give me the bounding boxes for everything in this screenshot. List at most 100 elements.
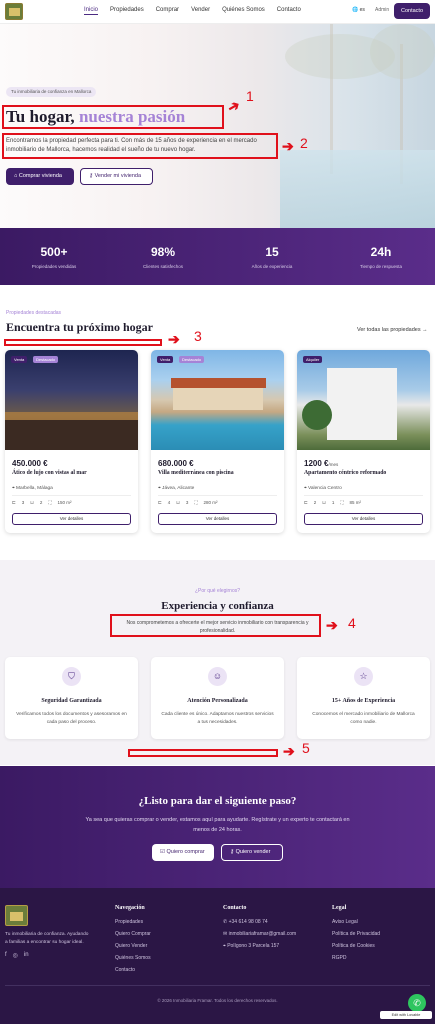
- annotation-box-4: [110, 614, 321, 637]
- annotation-number-3: 3: [194, 328, 202, 344]
- feature-title: 15+ Años de Experiencia: [331, 698, 396, 704]
- property-image: [5, 350, 138, 450]
- view-details-button[interactable]: Ver detalles: [304, 513, 423, 525]
- property-location: ⌖ Valencia Centro: [304, 485, 342, 491]
- copyright: © 2026 Inmobiliaria Framar. Todos los de…: [157, 998, 278, 1003]
- property-price: 450.000 €: [12, 459, 48, 468]
- annotation-number-1: 1: [246, 88, 254, 104]
- footer-link-privacidad[interactable]: Política de Privacidad: [332, 931, 380, 937]
- want-to-sell-label: Quiero vender: [235, 849, 271, 855]
- price-value: 1200 €: [304, 459, 329, 468]
- star-icon: ☆: [354, 667, 373, 686]
- feature-card: ☆ 15+ Años de Experiencia Conocemos el m…: [297, 657, 430, 739]
- feature-description: Cada cliente es único. Adaptamos nuestro…: [161, 712, 274, 725]
- property-price: 680.000 €: [158, 459, 194, 468]
- want-to-buy-button[interactable]: ☑ Quiero comprar: [152, 844, 214, 861]
- want-to-sell-button[interactable]: ⚷ Quiero vender: [221, 844, 283, 861]
- footer-link-quiero-vender[interactable]: Quiero Vender: [115, 943, 151, 949]
- nav-link-contacto[interactable]: Contacto: [277, 7, 301, 15]
- footer-link-rgpd[interactable]: RGPD: [332, 955, 380, 961]
- area-icon: ⛶: [194, 500, 198, 505]
- stat-value: 24h: [370, 245, 392, 259]
- facebook-icon[interactable]: f: [5, 952, 7, 959]
- property-card[interactable]: Alquiler 1200 €/mes Apartamento céntrico…: [297, 350, 430, 533]
- area-value: 280 m²: [203, 500, 218, 505]
- language-label: es: [359, 7, 365, 13]
- annotation-arrow-2: ➔: [282, 138, 294, 154]
- tag-alquiler: Alquiler: [303, 356, 323, 363]
- bed-icon: ⊏: [158, 500, 162, 505]
- annotation-number-4: 4: [348, 615, 356, 631]
- footer-link-quiero-comprar[interactable]: Quiero Comprar: [115, 931, 151, 937]
- bath-icon: ⊔: [322, 500, 326, 505]
- arrow-right-icon: →: [422, 327, 428, 333]
- annotation-arrow-5: ➔: [283, 743, 295, 759]
- tag-venta: Venta: [157, 356, 174, 363]
- featured-title: Encuentra tu próximo hogar: [6, 320, 153, 334]
- view-details-button[interactable]: Ver detalles: [12, 513, 131, 525]
- nav-link-propiedades[interactable]: Propiedades: [110, 7, 144, 15]
- divider: [304, 495, 423, 496]
- footer-logo[interactable]: [5, 905, 28, 926]
- buy-home-button[interactable]: ⌂ Comprar vivienda: [6, 168, 74, 185]
- admin-link[interactable]: Admin: [375, 7, 389, 13]
- property-title: Apartamento céntrico reformado: [304, 470, 387, 476]
- property-card[interactable]: Venta Destacado 680.000 € Villa mediterr…: [151, 350, 284, 533]
- price-value: 680.000 €: [158, 459, 194, 468]
- nav-link-quienes-somos[interactable]: Quiénes Somos: [222, 7, 265, 15]
- baths-count: 1: [331, 500, 335, 505]
- stat-label: Años de experiencia: [251, 264, 293, 269]
- baths-count: 2: [39, 500, 43, 505]
- nav-link-vender[interactable]: Vender: [191, 7, 210, 15]
- see-all-properties-link[interactable]: Ver todas las propiedades →: [357, 327, 428, 333]
- stat-value: 15: [265, 245, 279, 259]
- stat-properties: 500+ Propiedades vendidas: [4, 245, 104, 269]
- whatsapp-button[interactable]: ✆: [408, 994, 426, 1012]
- footer-phone[interactable]: ✆ +34 614 98 08 74: [223, 919, 296, 925]
- stat-clients: 98% Clientes satisfechos: [113, 245, 213, 269]
- annotation-box-5: [128, 749, 278, 757]
- property-specs: ⊏ 4 ⊔ 3 ⛶ 280 m²: [158, 500, 218, 506]
- featured-label: Propiedades destacadas: [6, 310, 62, 316]
- want-to-buy-label: Quiero comprar: [166, 849, 205, 855]
- nav-link-inicio[interactable]: Inicio: [84, 7, 99, 15]
- baths-count: 3: [185, 500, 189, 505]
- bath-icon: ⊔: [30, 500, 34, 505]
- footer-email[interactable]: ✉ inmobiliariaframar@gmail.com: [223, 931, 296, 937]
- footer-link-quienes-somos[interactable]: Quiénes Somos: [115, 955, 151, 961]
- footer-link-propiedades[interactable]: Propiedades: [115, 919, 151, 925]
- footer-divider: [5, 985, 430, 986]
- property-card[interactable]: Venta Destacado 450.000 € Ático de lujo …: [5, 350, 138, 533]
- social-links: f ◎ in: [5, 952, 29, 959]
- home-icon: ⌂: [14, 173, 18, 179]
- bed-icon: ⊏: [304, 500, 308, 505]
- map-pin-icon: ⌖: [12, 486, 15, 491]
- feature-title: Atención Personalizada: [187, 698, 248, 704]
- logo[interactable]: [5, 3, 23, 20]
- map-pin-icon: ⌖: [158, 486, 161, 491]
- footer-link-contacto[interactable]: Contacto: [115, 967, 151, 973]
- feature-description: Conocemos el mercado inmobiliario de Mal…: [312, 712, 415, 725]
- linkedin-icon[interactable]: in: [24, 952, 29, 959]
- hero-badge: Tu inmobiliaria de confianza en Mallorca: [6, 87, 97, 97]
- phone-icon: ✆: [223, 919, 228, 925]
- key-icon: ⚷: [230, 849, 235, 855]
- sell-home-button[interactable]: ⚷ Vender mi vivienda: [80, 168, 153, 185]
- property-location: ⌖ Jávea, Alicante: [158, 485, 194, 491]
- apartment-building: [327, 368, 397, 440]
- contact-button[interactable]: Contacto: [394, 3, 430, 19]
- location-text: Jávea, Alicante: [162, 486, 195, 491]
- villa-roof: [171, 378, 266, 388]
- instagram-icon[interactable]: ◎: [13, 952, 18, 959]
- users-icon: ☺: [208, 667, 227, 686]
- area-value: 150 m²: [57, 500, 72, 505]
- stat-response: 24h Tiempo de respuesta: [331, 245, 431, 269]
- footer-link-aviso-legal[interactable]: Aviso Legal: [332, 919, 380, 925]
- lovable-badge[interactable]: Edit with Lovable: [380, 1011, 432, 1019]
- annotation-number-2: 2: [300, 135, 308, 151]
- nav-link-comprar[interactable]: Comprar: [156, 7, 179, 15]
- view-details-button[interactable]: Ver detalles: [158, 513, 277, 525]
- language-selector[interactable]: 🌐 es: [352, 7, 365, 13]
- footer-address: ⌖ Polígono 3 Parcela 157: [223, 943, 296, 949]
- footer-link-cookies[interactable]: Política de Cookies: [332, 943, 380, 949]
